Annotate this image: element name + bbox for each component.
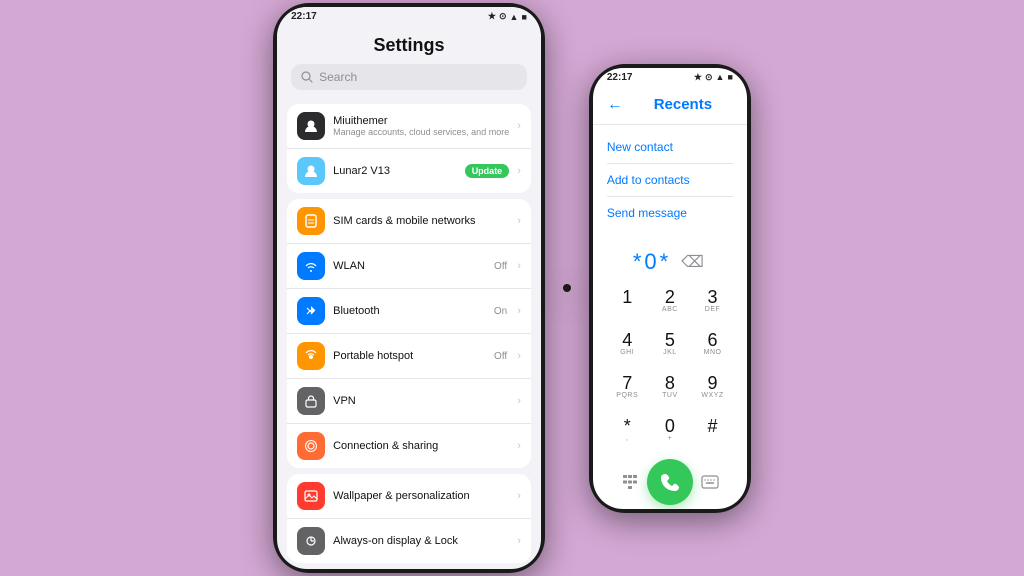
hotspot-title: Portable hotspot xyxy=(333,350,486,362)
key-2[interactable]: 2 ABC xyxy=(650,281,691,322)
keyboard-toggle-button[interactable] xyxy=(693,465,727,499)
aod-title: Always-on display & Lock xyxy=(333,535,509,547)
key-1[interactable]: 1 xyxy=(607,281,648,322)
search-placeholder: Search xyxy=(319,70,357,84)
phone-dialer: 22:17 ★ ⊙ ▲ ■ ← Recents New contact Add … xyxy=(589,64,751,513)
send-message-action[interactable]: Send message xyxy=(607,197,733,229)
recents-actions: New contact Add to contacts Send message xyxy=(593,125,747,235)
settings-section-network: SIM cards & mobile networks › WLAN xyxy=(287,199,531,468)
search-bar[interactable]: Search xyxy=(291,64,527,90)
settings-screen: 22:17 ★ ⊙ ▲ ■ Settings Search xyxy=(277,7,541,569)
wallpaper-icon xyxy=(297,482,325,510)
wlan-title: WLAN xyxy=(333,260,486,272)
dial-display: *0* ⌫ xyxy=(593,235,747,281)
miuithemer-title: Miuithemer xyxy=(333,115,509,127)
status-icons-settings: ★ ⊙ ▲ ■ xyxy=(488,11,527,22)
key-8[interactable]: 8 TUV xyxy=(650,367,691,408)
key-3[interactable]: 3 DEF xyxy=(692,281,733,322)
key-6[interactable]: 6 MNO xyxy=(692,324,733,365)
dial-number: *0* xyxy=(633,249,671,275)
settings-item-miuithemer[interactable]: Miuithemer Manage accounts, cloud servic… xyxy=(287,104,531,149)
keyboard-icon xyxy=(701,473,719,491)
back-button[interactable]: ← xyxy=(607,96,623,114)
dialer-screen: 22:17 ★ ⊙ ▲ ■ ← Recents New contact Add … xyxy=(593,68,747,509)
lunar-title: Lunar2 V13 xyxy=(333,165,457,177)
status-bar-settings: 22:17 ★ ⊙ ▲ ■ xyxy=(277,7,541,26)
key-7[interactable]: 7 PQRS xyxy=(607,367,648,408)
call-button[interactable] xyxy=(647,459,693,505)
chevron-icon: › xyxy=(517,165,521,177)
key-star[interactable]: * , xyxy=(607,410,648,451)
sim-icon xyxy=(297,207,325,235)
chevron-icon: › xyxy=(517,120,521,132)
settings-item-lunar[interactable]: Lunar2 V13 Update › xyxy=(287,149,531,193)
time-settings: 22:17 xyxy=(291,11,317,22)
search-icon xyxy=(301,71,313,83)
settings-section-personalization: Wallpaper & personalization › Always-on … xyxy=(287,474,531,563)
add-to-contacts-action[interactable]: Add to contacts xyxy=(607,164,733,197)
lunar-icon xyxy=(297,157,325,185)
wlan-icon xyxy=(297,252,325,280)
sim-title: SIM cards & mobile networks xyxy=(333,215,509,227)
keypad: 1 2 ABC 3 DEF 4 GHI 5 JKL 6 MNO xyxy=(593,281,747,451)
aod-icon xyxy=(297,527,325,555)
chevron-icon: › xyxy=(517,490,521,502)
settings-item-wlan[interactable]: WLAN Off › xyxy=(287,244,531,289)
status-bar-dialer: 22:17 ★ ⊙ ▲ ■ xyxy=(593,68,747,87)
vpn-title: VPN xyxy=(333,395,509,407)
key-4[interactable]: 4 GHI xyxy=(607,324,648,365)
wallpaper-title: Wallpaper & personalization xyxy=(333,490,509,502)
settings-item-hotspot[interactable]: Portable hotspot Off › xyxy=(287,334,531,379)
hotspot-icon xyxy=(297,342,325,370)
bluetooth-icon xyxy=(297,297,325,325)
chevron-icon: › xyxy=(517,395,521,407)
settings-list: Miuithemer Manage accounts, cloud servic… xyxy=(277,98,541,569)
miuithemer-icon xyxy=(297,112,325,140)
chevron-icon: › xyxy=(517,535,521,547)
dialpad-icon xyxy=(621,473,639,491)
miuithemer-subtitle: Manage accounts, cloud services, and mor… xyxy=(333,127,509,137)
key-hash[interactable]: # xyxy=(692,410,733,451)
wlan-value: Off xyxy=(494,261,507,272)
vpn-icon xyxy=(297,387,325,415)
backspace-button[interactable]: ⌫ xyxy=(681,252,707,272)
phone-settings: 22:17 ★ ⊙ ▲ ■ Settings Search xyxy=(273,3,545,573)
settings-item-vpn[interactable]: VPN › xyxy=(287,379,531,424)
key-5[interactable]: 5 JKL xyxy=(650,324,691,365)
hotspot-value: Off xyxy=(494,351,507,362)
new-contact-action[interactable]: New contact xyxy=(607,131,733,164)
call-icon xyxy=(659,471,681,493)
bluetooth-value: On xyxy=(494,306,507,317)
connection-icon xyxy=(297,432,325,460)
dialer-title: Recents xyxy=(633,96,733,113)
key-9[interactable]: 9 WXYZ xyxy=(692,367,733,408)
phone-home: 22:17 ★ ⊙ ▲ ■ Miuithemer ⬇ Downloads 📁 xyxy=(563,284,571,292)
settings-item-aod[interactable]: Always-on display & Lock › xyxy=(287,519,531,563)
update-badge: Update xyxy=(465,164,510,178)
dialpad-toggle-button[interactable] xyxy=(613,465,647,499)
settings-item-wallpaper[interactable]: Wallpaper & personalization › xyxy=(287,474,531,519)
settings-item-bluetooth[interactable]: Bluetooth On › xyxy=(287,289,531,334)
chevron-icon: › xyxy=(517,350,521,362)
connection-title: Connection & sharing xyxy=(333,440,509,452)
key-0[interactable]: 0 + xyxy=(650,410,691,451)
settings-section-account: Miuithemer Manage accounts, cloud servic… xyxy=(287,104,531,193)
dialer-actions xyxy=(593,451,747,509)
settings-title: Settings xyxy=(291,35,527,56)
chevron-icon: › xyxy=(517,305,521,317)
chevron-icon: › xyxy=(517,215,521,227)
time-dialer: 22:17 xyxy=(607,72,633,83)
status-icons-dialer: ★ ⊙ ▲ ■ xyxy=(694,72,733,83)
bluetooth-title: Bluetooth xyxy=(333,305,486,317)
settings-item-sim[interactable]: SIM cards & mobile networks › xyxy=(287,199,531,244)
chevron-icon: › xyxy=(517,440,521,452)
settings-item-connection[interactable]: Connection & sharing › xyxy=(287,424,531,468)
chevron-icon: › xyxy=(517,260,521,272)
